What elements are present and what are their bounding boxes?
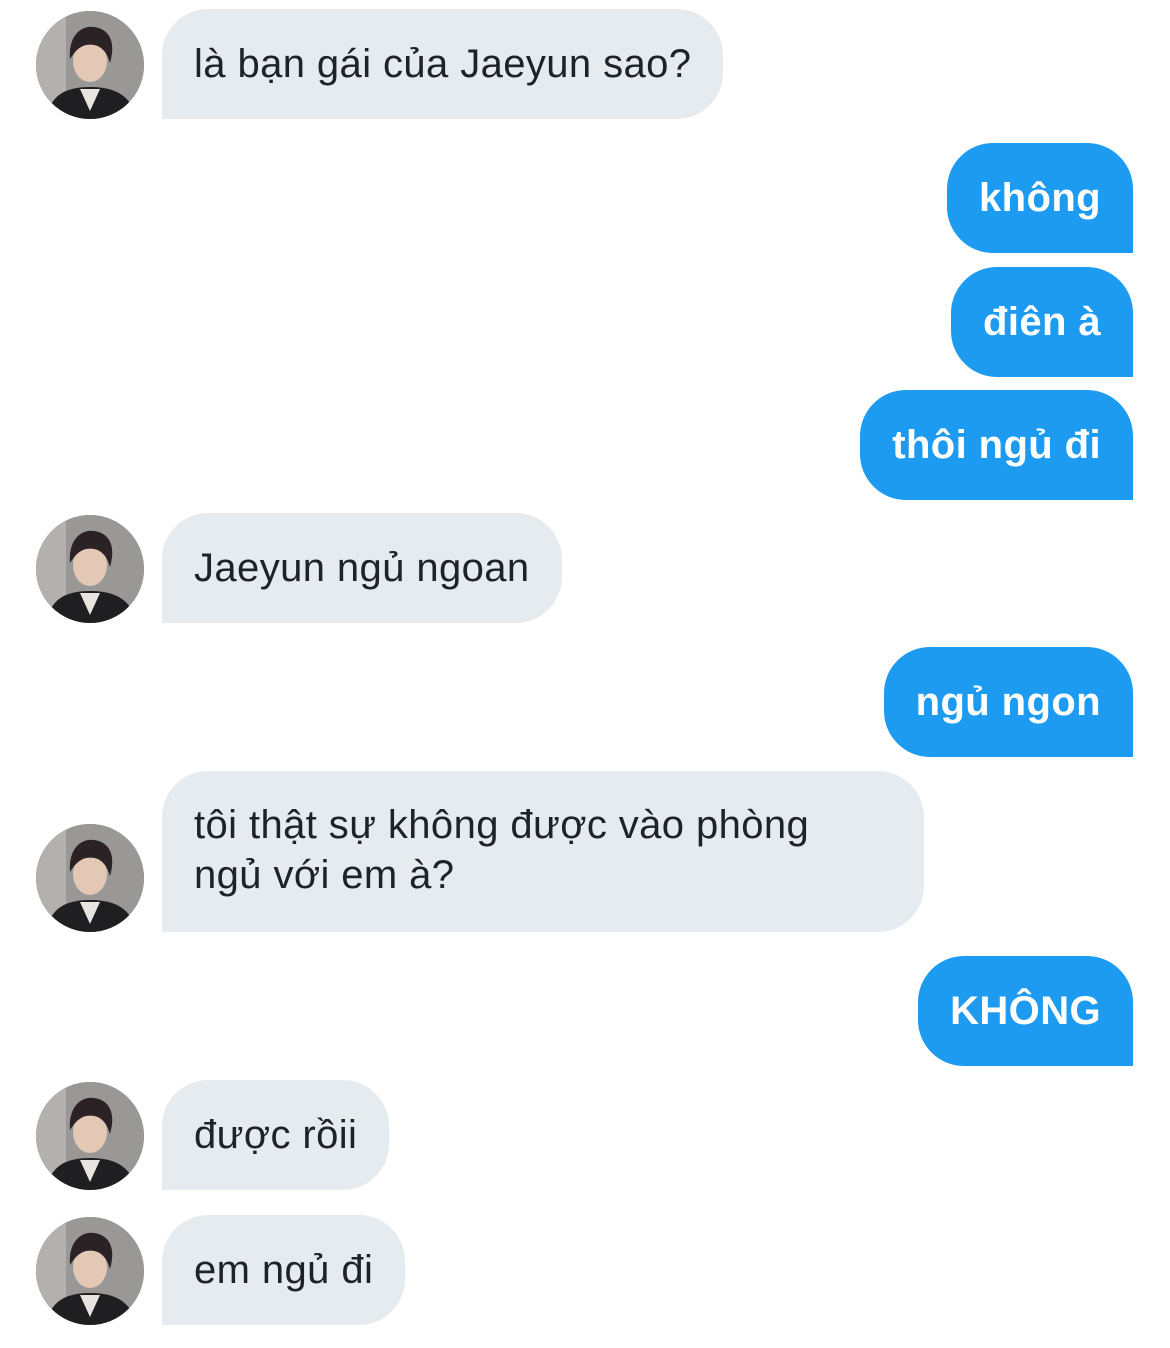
message-text: điên à (983, 300, 1101, 344)
message-text: em ngủ đi (194, 1248, 374, 1292)
message-text-line: tôi thật sự không được vào phòng (194, 803, 810, 847)
message-thread: là bạn gái của Jaeyun sao? không điên à … (0, 0, 1170, 1348)
profile-photo-icon (36, 11, 144, 119)
profile-photo-icon (36, 515, 144, 623)
message-bubble[interactable]: ngủ ngon (883, 647, 1133, 757)
message-text: được rồii (194, 1113, 358, 1157)
message-bubble[interactable]: không (947, 143, 1133, 253)
avatar[interactable] (36, 515, 144, 623)
message-bubble[interactable]: điên à (951, 267, 1133, 377)
message-bubble[interactable]: tôi thật sự không được vào phòng ngủ với… (162, 771, 924, 932)
message-bubble[interactable]: em ngủ đi (162, 1215, 406, 1325)
message-text: là bạn gái của Jaeyun sao? (194, 42, 692, 86)
message-bubble[interactable]: KHÔNG (918, 956, 1133, 1066)
message-text-line: ngủ với em à? (194, 853, 455, 897)
message-text: KHÔNG (950, 989, 1101, 1033)
avatar[interactable] (36, 824, 144, 932)
profile-photo-icon (36, 1082, 144, 1190)
message-bubble[interactable]: là bạn gái của Jaeyun sao? (162, 9, 724, 119)
message-text: không (979, 176, 1101, 220)
avatar[interactable] (36, 11, 144, 119)
message-bubble[interactable]: Jaeyun ngủ ngoan (162, 513, 562, 623)
profile-photo-icon (36, 824, 144, 932)
message-bubble[interactable]: được rồii (162, 1080, 390, 1190)
message-text: Jaeyun ngủ ngoan (194, 546, 530, 590)
profile-photo-icon (36, 1217, 144, 1325)
avatar[interactable] (36, 1082, 144, 1190)
message-text: thôi ngủ đi (892, 423, 1101, 467)
message-text: ngủ ngon (915, 680, 1101, 724)
message-bubble[interactable]: thôi ngủ đi (860, 390, 1133, 500)
avatar[interactable] (36, 1217, 144, 1325)
